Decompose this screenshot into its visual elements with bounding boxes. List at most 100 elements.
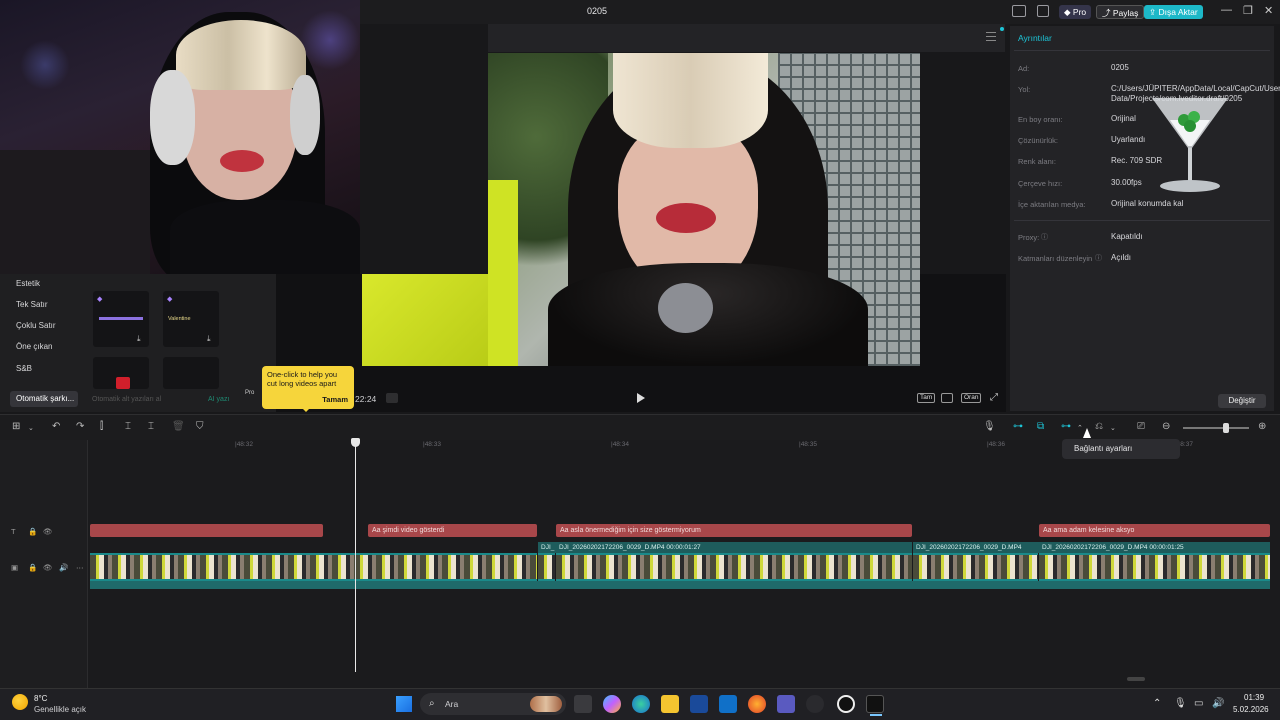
firefox-icon[interactable] [748, 695, 766, 713]
undo-icon[interactable]: ↶ [52, 421, 60, 432]
split-icon[interactable]: ⫿ [100, 421, 103, 432]
pro-button[interactable]: ◆ Pro [1059, 5, 1092, 19]
ratio-button[interactable]: Oran [961, 393, 982, 403]
video-clip[interactable] [913, 553, 1038, 581]
maximize-button[interactable]: ❐ [1243, 4, 1253, 17]
clock-time[interactable]: 01:39 [1244, 693, 1264, 702]
preview-axis-icon[interactable]: ⎌ [1095, 421, 1103, 432]
more-icon[interactable]: ⋯ [76, 563, 84, 572]
redo-icon[interactable]: ↷ [76, 421, 84, 432]
weather-temp[interactable]: 8°C [34, 694, 47, 703]
menu-icon[interactable] [986, 32, 996, 41]
chevron-down-icon[interactable]: ⌄ [1110, 424, 1116, 432]
shield-icon[interactable]: ⛉ [196, 421, 204, 432]
timecode-toggle[interactable] [386, 393, 398, 403]
network-icon[interactable]: ▭ [1194, 698, 1203, 709]
linkage-icon[interactable]: ⊶ [1061, 421, 1071, 432]
category-coklu-satir[interactable]: Çoklu Satır [16, 321, 56, 330]
weather-icon[interactable] [12, 694, 28, 710]
video-clip[interactable] [538, 553, 555, 581]
caption-icon[interactable]: ⎚ [1137, 421, 1145, 432]
volume-icon[interactable]: 🔊 [1212, 698, 1224, 709]
file-explorer-icon[interactable] [661, 695, 679, 713]
video-clip[interactable] [90, 553, 537, 581]
timeline-scrollbar[interactable] [1127, 677, 1145, 681]
template-tile[interactable] [93, 357, 149, 389]
detail-label-layers: Katmanları düzenleyin [1018, 254, 1093, 263]
delete-icon[interactable]: 🗑 [172, 421, 185, 432]
weather-desc[interactable]: Genellikle açık [34, 705, 86, 714]
microphone-icon[interactable]: 🎙 [1174, 698, 1187, 709]
playhead-handle[interactable] [351, 438, 360, 447]
store-icon[interactable] [690, 695, 708, 713]
clock-date[interactable]: 5.02.2026 [1233, 705, 1269, 714]
change-button[interactable]: Değiştir [1218, 394, 1266, 408]
text-clip[interactable]: Aa asla önermediğim için size göstermiyo… [556, 524, 912, 537]
text-clip[interactable]: Aa ama adam kelesine aksyo [1039, 524, 1270, 537]
outlook-icon[interactable] [719, 695, 737, 713]
template-tile[interactable]: ◆ Valentine ⤓ [163, 291, 219, 347]
chevron-down-icon[interactable]: ⌄ [28, 424, 34, 432]
info-icon[interactable]: ⓘ [1095, 253, 1102, 263]
info-icon[interactable]: ⓘ [1041, 232, 1048, 242]
fullscreen-icon[interactable]: ⤢ [990, 392, 998, 403]
task-view-icon[interactable] [574, 695, 592, 713]
magnet-icon[interactable]: ⧉ [1037, 421, 1044, 432]
ai-label[interactable]: AI yazı [208, 396, 229, 403]
split-left-icon[interactable]: ⌶ [125, 421, 131, 432]
category-tek-satir[interactable]: Tek Satır [16, 300, 48, 309]
zoom-slider[interactable] [1183, 427, 1249, 429]
category-estetik[interactable]: Estetik [16, 279, 40, 288]
teams-icon[interactable] [777, 695, 795, 713]
playhead[interactable] [355, 444, 356, 672]
template-tile[interactable]: ◆ ⤓ [93, 291, 149, 347]
crop-icon[interactable] [941, 393, 953, 403]
template-tile[interactable] [163, 357, 219, 389]
lock-icon[interactable]: 🔒 [28, 527, 37, 536]
text-clip[interactable]: Aa şimdi video gösterdi [368, 524, 537, 537]
video-clip-label: DJI_20260202172206_0029_D.MP4 [913, 542, 1039, 553]
download-icon[interactable]: ⤓ [207, 334, 211, 344]
obs-icon[interactable] [806, 695, 824, 713]
windows-start-icon[interactable] [396, 696, 412, 712]
category-otomatik-sarki[interactable]: Otomatik şarkı... [10, 391, 78, 407]
eye-icon[interactable]: 👁 [43, 563, 53, 572]
media-player-icon[interactable] [837, 695, 855, 713]
category-one-cikan[interactable]: Öne çıkan [16, 342, 52, 351]
zoom-out-icon[interactable]: ⊖ [1162, 421, 1170, 432]
fullscreen-quality-button[interactable]: Tam [917, 393, 936, 403]
category-sb[interactable]: S&B [16, 364, 32, 373]
copilot-icon[interactable] [603, 695, 621, 713]
volume-icon[interactable]: 🔊 [59, 563, 68, 572]
shortcut-icon[interactable] [1037, 5, 1049, 17]
zoom-slider-handle[interactable] [1223, 423, 1229, 433]
chevron-up-icon[interactable]: ⌃ [1077, 424, 1083, 432]
search-highlight-image [530, 696, 562, 712]
link-settings-menu-item[interactable]: Bağlantı ayarları [1062, 439, 1180, 459]
split-right-icon[interactable]: ⌶ [148, 421, 154, 432]
text-clip[interactable] [90, 524, 323, 537]
pro-badge: Pro [245, 390, 255, 396]
close-button[interactable]: ✕ [1264, 4, 1273, 17]
ruler-label: |48:33 [423, 441, 441, 448]
martini-sticker [1152, 98, 1228, 192]
tooltip-ok-button[interactable]: Tamam [322, 395, 348, 404]
microphone-icon[interactable]: 🎙 [983, 421, 996, 432]
layout-icon[interactable] [1012, 5, 1026, 17]
export-button[interactable]: ⇪ Dışa Aktar [1144, 5, 1203, 19]
link-main-track-icon[interactable]: ⊶ [1013, 421, 1023, 432]
capcut-icon[interactable] [866, 695, 884, 713]
download-icon[interactable]: ⤓ [137, 334, 141, 344]
layout-select-icon[interactable]: ⊞ [12, 421, 20, 432]
video-clip[interactable] [1039, 553, 1270, 581]
minimize-button[interactable]: — [1221, 4, 1232, 16]
play-button[interactable] [637, 393, 645, 403]
chevron-up-icon[interactable]: ⌃ [1153, 698, 1161, 709]
video-clip[interactable] [556, 553, 912, 581]
lock-icon[interactable]: 🔒 [28, 563, 37, 572]
eye-icon[interactable]: 👁 [43, 527, 53, 536]
edge-icon[interactable] [632, 695, 650, 713]
share-button[interactable]: ⤴ Paylaş [1096, 5, 1145, 19]
diamond-icon: ◆ [97, 296, 103, 303]
zoom-in-icon[interactable]: ⊕ [1258, 421, 1266, 432]
